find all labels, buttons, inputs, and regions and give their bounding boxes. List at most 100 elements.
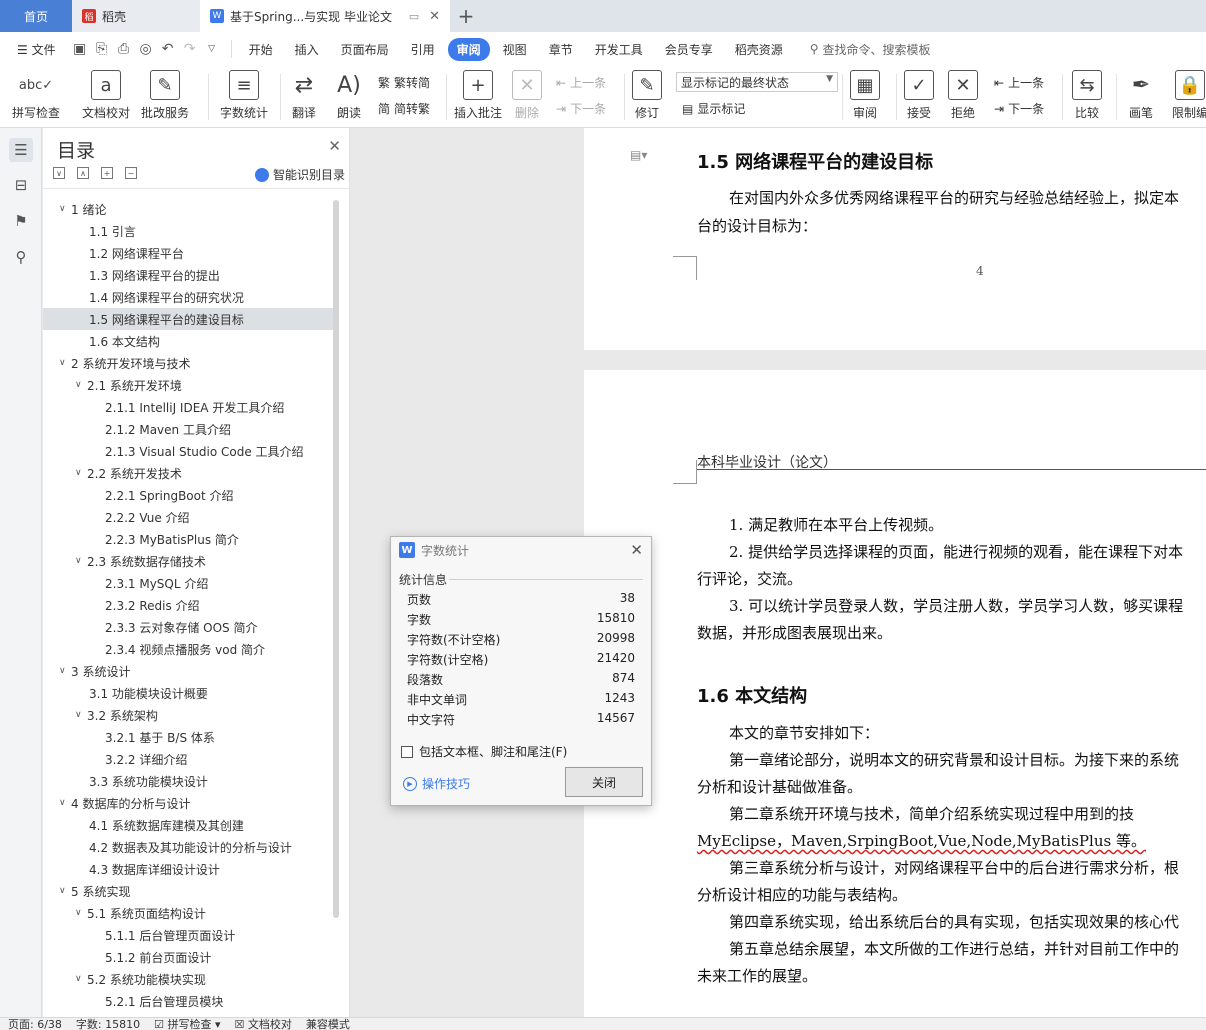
insert-comment-button[interactable]: + 插入批注 [454, 70, 502, 121]
chevron-down-icon[interactable]: ∨ [59, 204, 71, 214]
accept-button[interactable]: ✓ 接受 [904, 70, 934, 121]
toc-item[interactable]: ∨ 2.2 系统开发技术 [43, 462, 333, 484]
chapter-panel-icon[interactable]: ⊟ [9, 173, 33, 197]
review-service-button[interactable]: ✎ 批改服务 [141, 70, 189, 121]
toc-item[interactable]: 5.1.2 前台页面设计 [43, 946, 333, 968]
menu-view[interactable]: 视图 [494, 38, 536, 61]
toc-item[interactable]: 2.3.1 MySQL 介绍 [43, 572, 333, 594]
chevron-down-icon[interactable]: ∨ [75, 908, 87, 918]
quick-access-dropdown-icon[interactable]: ▽ [201, 44, 223, 54]
toc-item[interactable]: 3.3 系统功能模块设计 [43, 770, 333, 792]
menu-start[interactable]: 开始 [240, 38, 282, 61]
toc-item[interactable]: 2.2.1 SpringBoot 介绍 [43, 484, 333, 506]
toc-item[interactable]: 1.5 网络课程平台的建设目标 [43, 308, 333, 330]
toc-item[interactable]: ∨ 5.2 系统功能模块实现 [43, 968, 333, 990]
tab-document[interactable]: W 基于Spring...与实现 毕业论文 ▭ ✕ [200, 0, 450, 32]
search-panel-icon[interactable]: ⚲ [9, 245, 33, 269]
close-icon[interactable]: ✕ [328, 137, 341, 155]
toc-item[interactable]: 5.1.1 后台管理页面设计 [43, 924, 333, 946]
chevron-down-icon[interactable]: ∨ [59, 886, 71, 896]
chevron-down-icon[interactable]: ∨ [59, 798, 71, 808]
toc-item[interactable]: ∨ 2.3 系统数据存储技术 [43, 550, 333, 572]
toc-item[interactable]: ∨ 2 系统开发环境与技术 [43, 352, 333, 374]
menu-chapter[interactable]: 章节 [540, 38, 582, 61]
prev-change-button[interactable]: ⇤ 上一条 [994, 74, 1044, 91]
toc-item[interactable]: ∨ 1 绪论 [43, 198, 333, 220]
toc-item[interactable]: 2.3.3 云对象存储 OOS 简介 [43, 616, 333, 638]
checkbox-box[interactable] [401, 745, 413, 758]
menu-insert[interactable]: 插入 [286, 38, 328, 61]
spell-check-button[interactable]: abc✓ 拼写检查 [12, 70, 60, 121]
document-page[interactable]: ▤▾ 1.5 网络课程平台的建设目标 在对国内外众多优秀网络课程平台的研究与经验… [584, 128, 1206, 350]
tips-link[interactable]: ▶ 操作技巧 [403, 775, 470, 792]
toc-item[interactable]: ∨ 4 数据库的分析与设计 [43, 792, 333, 814]
include-textbox-checkbox[interactable]: 包括文本框、脚注和尾注(F) [401, 743, 567, 760]
print-preview-icon[interactable]: ◎ [135, 41, 157, 57]
status-page[interactable]: 页面: 6/38 [8, 1018, 62, 1030]
chevron-down-icon[interactable]: ∨ [75, 556, 87, 566]
tab-home[interactable]: 首页 [0, 0, 72, 32]
compare-button[interactable]: ⇆ 比较 [1072, 70, 1102, 121]
toc-item[interactable]: ∨ 5.1 系统页面结构设计 [43, 902, 333, 924]
menu-review[interactable]: 审阅 [447, 37, 490, 61]
status-spell-check[interactable]: ☑ 拼写检查 ▾ [154, 1018, 220, 1030]
restrict-editing-button[interactable]: 🔒 限制编 [1172, 70, 1206, 121]
chevron-down-icon[interactable]: ∨ [75, 974, 87, 984]
toc-item[interactable]: 2.3.2 Redis 介绍 [43, 594, 333, 616]
status-doc-check[interactable]: ☒ 文档校对 [235, 1018, 292, 1030]
tab-daoke[interactable]: 稻 稻壳 [72, 0, 200, 32]
toc-item[interactable]: 3.2.2 详细介绍 [43, 748, 333, 770]
bookmark-icon[interactable]: ⚑ [9, 209, 33, 233]
toc-item[interactable]: 3.2.1 基于 B/S 体系 [43, 726, 333, 748]
simp-to-trad-button[interactable]: 简简转繁 [378, 100, 430, 117]
collapse-all-icon[interactable]: ∧ [77, 167, 89, 179]
paragraph-options-icon[interactable]: ▤▾ [630, 148, 647, 162]
toc-item[interactable]: 4.2 数据表及其功能设计的分析与设计 [43, 836, 333, 858]
print-icon[interactable]: ⎙ [113, 41, 135, 57]
trad-to-simp-button[interactable]: 繁繁转简 [378, 74, 430, 91]
toc-scrollbar[interactable] [333, 200, 339, 918]
word-count-button[interactable]: ≡ 字数统计 [220, 70, 268, 121]
add-entry-icon[interactable]: + [101, 167, 113, 179]
toc-item[interactable]: 2.1.1 IntelliJ IDEA 开发工具介绍 [43, 396, 333, 418]
toc-item[interactable]: ∨ 3 系统设计 [43, 660, 333, 682]
menu-references[interactable]: 引用 [402, 38, 444, 61]
toc-item[interactable]: 2.2.2 Vue 介绍 [43, 506, 333, 528]
delete-comment-button[interactable]: ✕ 删除 [512, 70, 542, 121]
toc-item[interactable]: 4.1 系统数据库建模及其创建 [43, 814, 333, 836]
toc-item[interactable]: 1.2 网络课程平台 [43, 242, 333, 264]
translate-button[interactable]: ⇄ 翻译 [289, 70, 319, 121]
menu-daoke-resources[interactable]: 稻壳资源 [726, 38, 792, 61]
chevron-down-icon[interactable]: ∨ [59, 358, 71, 368]
chevron-down-icon[interactable]: ∨ [59, 666, 71, 676]
dialog-titlebar[interactable]: W 字数统计 ✕ [391, 537, 651, 563]
remove-entry-icon[interactable]: − [125, 167, 137, 179]
command-search[interactable]: ⚲ 查找命令、搜索模板 [810, 41, 931, 58]
tab-close-icon[interactable]: ✕ [429, 9, 440, 24]
toc-item[interactable]: 2.2.3 MyBatisPlus 简介 [43, 528, 333, 550]
toc-panel-icon[interactable]: ☰ [9, 138, 33, 162]
next-comment-button[interactable]: ⇥ 下一条 [556, 100, 606, 117]
toc-item[interactable]: 4.3 数据库详细设计设计 [43, 858, 333, 880]
toc-item[interactable]: 5.2.1 后台管理员模块 [43, 990, 333, 1012]
next-change-button[interactable]: ⇥ 下一条 [994, 100, 1044, 117]
toc-item[interactable]: 1.6 本文结构 [43, 330, 333, 352]
export-pdf-icon[interactable]: ⎘ [91, 41, 113, 57]
undo-icon[interactable]: ↶ [157, 41, 179, 57]
menu-member[interactable]: 会员专享 [656, 38, 722, 61]
chevron-down-icon[interactable]: ∨ [75, 380, 87, 390]
track-changes-button[interactable]: ✎ 修订 [632, 70, 662, 121]
toc-item[interactable]: 1.4 网络课程平台的研究状况 [43, 286, 333, 308]
chevron-down-icon[interactable]: ∨ [75, 710, 87, 720]
expand-all-icon[interactable]: ∨ [53, 167, 65, 179]
toc-item[interactable]: 2.3.4 视频点播服务 vod 简介 [43, 638, 333, 660]
toc-item[interactable]: 3.1 功能模块设计概要 [43, 682, 333, 704]
show-markup-button[interactable]: ▤ 显示标记 [682, 100, 745, 117]
document-page[interactable]: 本科毕业设计（论文） 1. 满足教师在本平台上传视频。 2. 提供给学员选择课程… [584, 370, 1206, 1017]
close-icon[interactable]: ✕ [630, 541, 643, 559]
toc-item[interactable]: ∨ 3.2 系统架构 [43, 704, 333, 726]
tab-window-icon[interactable]: ▭ [409, 10, 419, 23]
new-tab-button[interactable]: + [450, 0, 482, 32]
smart-toc-button[interactable]: 智能识别目录 [254, 166, 345, 183]
read-aloud-button[interactable]: A) 朗读 [334, 70, 364, 121]
